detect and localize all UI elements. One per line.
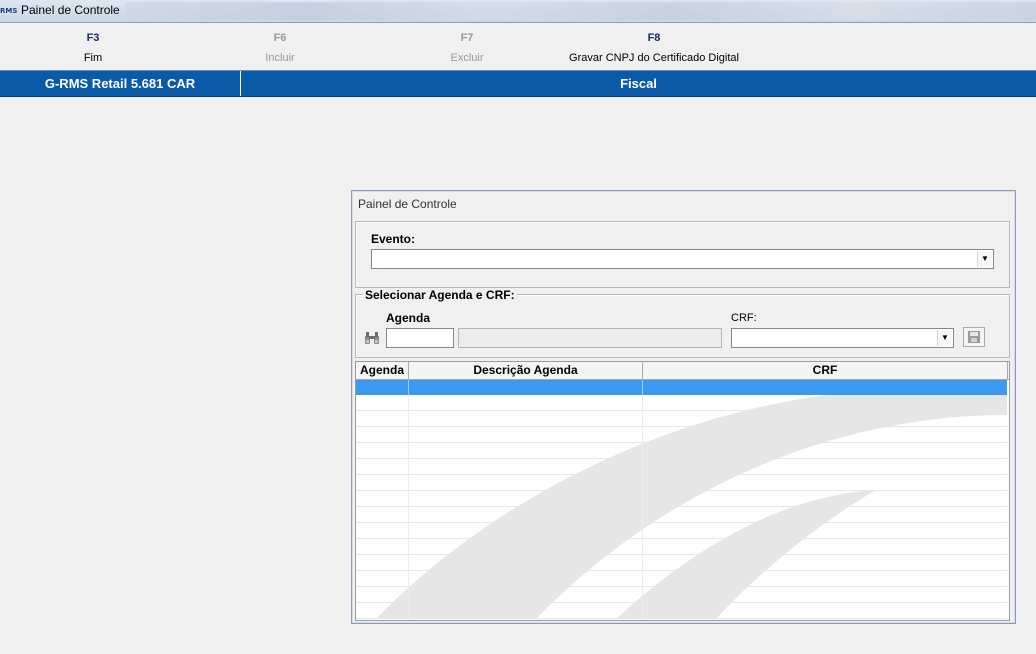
evento-group: Evento: ▼	[355, 221, 1010, 288]
save-icon[interactable]	[963, 327, 985, 347]
title-bar: RMS Painel de Controle	[0, 0, 1036, 23]
module-name: Fiscal	[620, 76, 657, 91]
fim-key: F3	[86, 32, 100, 44]
evento-label: Evento:	[371, 232, 416, 246]
agenda-grid[interactable]: Agenda Descrição Agenda CRF	[355, 361, 1010, 621]
painel-dialog: Painel de Controle Evento: ▼ Selecionar …	[351, 190, 1016, 624]
chevron-down-icon[interactable]: ▼	[937, 330, 952, 346]
table-row[interactable]	[356, 380, 1007, 395]
agenda-label: Agenda	[386, 311, 431, 325]
taskbar-blur	[125, 2, 1036, 20]
system-version: G-RMS Retail 5.681 CAR	[0, 71, 241, 96]
evento-select[interactable]: ▼	[371, 249, 994, 269]
window-title: Painel de Controle	[21, 3, 120, 17]
fim-label: Fim	[83, 52, 103, 64]
grid-divider	[642, 380, 643, 620]
agenda-input[interactable]	[386, 328, 454, 348]
chevron-down-icon[interactable]: ▼	[977, 251, 992, 267]
selecionar-group: Selecionar Agenda e CRF: Agenda CRF: ▼	[355, 288, 1010, 358]
incluir-key: F6	[273, 32, 287, 44]
incluir-label: Incluir	[265, 52, 295, 64]
incluir-button[interactable]: F6 Incluir	[250, 32, 310, 65]
gravar-cnpj-button[interactable]: F8 Gravar CNPJ do Certificado Digital	[554, 32, 754, 65]
app-icon: RMS	[0, 7, 18, 15]
grid-divider	[408, 380, 409, 620]
grid-header: Agenda Descrição Agenda CRF	[356, 362, 1009, 380]
agenda-description	[458, 328, 722, 348]
cell-descricao	[409, 380, 643, 395]
excluir-button[interactable]: F7 Excluir	[437, 32, 497, 65]
excluir-label: Excluir	[450, 52, 484, 64]
cell-crf	[643, 380, 1007, 395]
binoculars-icon[interactable]	[362, 328, 382, 348]
selecionar-legend: Selecionar Agenda e CRF:	[363, 288, 517, 302]
crf-label: CRF:	[731, 312, 757, 324]
column-header-agenda[interactable]: Agenda	[356, 362, 409, 379]
column-header-descricao[interactable]: Descrição Agenda	[409, 362, 643, 379]
fim-button[interactable]: F3 Fim	[63, 32, 123, 65]
excluir-key: F7	[460, 32, 474, 44]
crf-select[interactable]: ▼	[731, 328, 954, 348]
module-header-bar: G-RMS Retail 5.681 CAR Fiscal	[0, 70, 1036, 97]
gravar-cnpj-key: F8	[647, 32, 661, 44]
gravar-cnpj-label: Gravar CNPJ do Certificado Digital	[569, 52, 739, 64]
column-header-crf[interactable]: CRF	[643, 362, 1008, 379]
cell-agenda	[356, 380, 409, 395]
grid-empty-rows	[356, 395, 1007, 619]
function-key-toolbar: F3 Fim F6 Incluir F7 Excluir F8 Gravar C…	[0, 24, 1036, 70]
dialog-title: Painel de Controle	[358, 197, 457, 211]
